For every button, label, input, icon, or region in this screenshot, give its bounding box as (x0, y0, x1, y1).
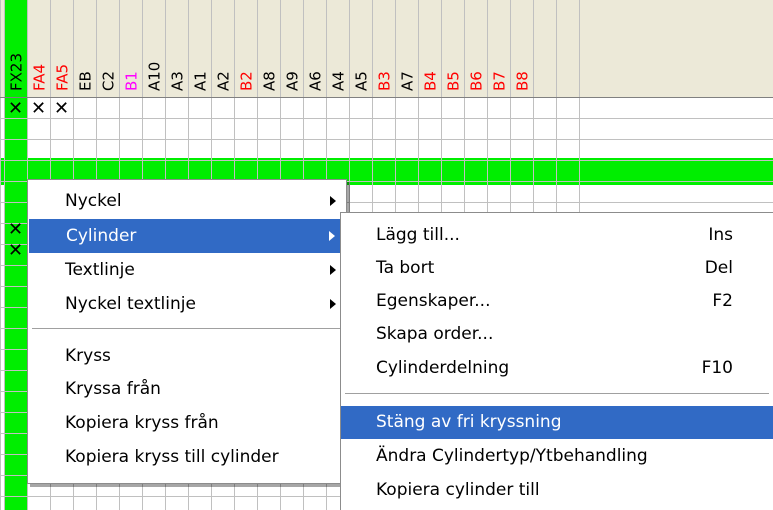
cylinder-submenu: Lägg till... Ins Ta bort Del Egenskaper... F2… (340, 212, 773, 510)
context-menu-item-kopiera-kryss-till-cylinder[interactable]: Kopiera kryss till cylinder (28, 440, 346, 474)
submenu-arrow-icon (330, 299, 336, 309)
column-header-b3[interactable]: B3 (376, 71, 394, 91)
menu-item-label: Ändra Cylindertyp/Ytbehandling (376, 446, 648, 466)
column-header-b8[interactable]: B8 (514, 71, 532, 91)
cross-mark[interactable]: ✕ (8, 98, 23, 119)
menu-item-label: Egenskaper... (376, 291, 491, 311)
submenu-item-kopiera-cylinder-till[interactable]: Kopiera cylinder till (341, 474, 773, 507)
column-header-b2[interactable]: B2 (238, 71, 256, 91)
shortcut-label: Ins (708, 225, 733, 245)
column-header-a6[interactable]: A6 (307, 71, 325, 91)
context-menu-item-textlinje[interactable]: Textlinje (28, 253, 346, 287)
column-header-a3[interactable]: A3 (169, 71, 187, 91)
column-header-a1[interactable]: A1 (192, 71, 210, 91)
menu-item-label: Stäng av fri kryssning (376, 412, 562, 432)
submenu-item-ta-bort[interactable]: Ta bort Del (341, 252, 773, 285)
column-header-b4[interactable]: B4 (422, 71, 440, 91)
context-menu-item-kryss[interactable]: Kryss (28, 339, 346, 373)
submenu-item-skapa-order[interactable]: Skapa order... (341, 318, 773, 351)
column-header-b1[interactable]: B1 (123, 71, 141, 91)
context-menu-item-nyckel[interactable]: Nyckel (28, 184, 346, 218)
column-header-a10[interactable]: A10 (146, 62, 164, 91)
context-menu-item-nyckel-textlinje[interactable]: Nyckel textlinje (28, 287, 346, 321)
menu-item-label: Nyckel textlinje (65, 294, 196, 314)
submenu-item-ändra-cylindertyp-ytbehandling[interactable]: Ändra Cylindertyp/Ytbehandling (341, 440, 773, 473)
column-header-fa4[interactable]: FA4 (31, 64, 49, 91)
column-header-fa5[interactable]: FA5 (54, 64, 72, 91)
column-header-a9[interactable]: A9 (284, 71, 302, 91)
submenu-item-lägg-till[interactable]: Lägg till... Ins (341, 219, 773, 252)
menu-item-label: Nyckel (65, 191, 122, 211)
submenu-item-stäng-av-fri-kryssning[interactable]: Stäng av fri kryssning (341, 406, 773, 439)
shortcut-label: F10 (701, 358, 733, 378)
submenu-item-cylinderdelning[interactable]: Cylinderdelning F10 (341, 352, 773, 385)
menu-item-label: Kopiera kryss från (65, 413, 219, 433)
submenu-arrow-icon (329, 231, 335, 241)
submenu-arrow-icon (330, 265, 336, 275)
column-header-a5[interactable]: A5 (353, 71, 371, 91)
cross-mark[interactable]: ✕ (31, 98, 46, 119)
column-header-fx23[interactable]: FX23 (8, 53, 26, 91)
menu-separator (345, 393, 769, 395)
context-menu-item-kryssa-från[interactable]: Kryssa från (28, 372, 346, 406)
context-menu-item-cylinder[interactable]: Cylinder (29, 219, 345, 253)
column-header-b6[interactable]: B6 (468, 71, 486, 91)
menu-item-label: Ta bort (376, 258, 435, 278)
column-header-a2[interactable]: A2 (215, 71, 233, 91)
menu-separator (32, 328, 342, 330)
column-header-a4[interactable]: A4 (330, 71, 348, 91)
column-header-b7[interactable]: B7 (491, 71, 509, 91)
cross-mark[interactable]: ✕ (8, 240, 23, 261)
column-header-c2[interactable]: C2 (100, 71, 118, 91)
menu-item-label: Lägg till... (376, 225, 460, 245)
menu-item-label: Kopiera cylinder till (376, 480, 540, 500)
submenu-arrow-icon (330, 196, 336, 206)
menu-item-label: Cylinder (66, 226, 137, 246)
submenu-item-egenskaper[interactable]: Egenskaper... F2 (341, 285, 773, 318)
menu-item-label: Skapa order... (376, 324, 494, 344)
menu-item-label: Cylinderdelning (376, 358, 510, 378)
shortcut-label: Del (704, 258, 733, 278)
column-header-a7[interactable]: A7 (399, 71, 417, 91)
menu-item-label: Kryss (65, 346, 111, 366)
column-header-a8[interactable]: A8 (261, 71, 279, 91)
menu-item-label: Textlinje (65, 260, 135, 280)
cross-mark[interactable]: ✕ (8, 219, 23, 240)
menu-item-label: Kopiera kryss till cylinder (65, 447, 279, 467)
column-header-eb[interactable]: EB (77, 71, 95, 91)
cross-mark[interactable]: ✕ (54, 98, 69, 119)
menu-item-label: Kryssa från (65, 379, 161, 399)
context-menu: Nyckel Cylinder Textlinje Nyckel textlinje K… (27, 179, 347, 484)
column-header-b5[interactable]: B5 (445, 71, 463, 91)
context-menu-item-kopiera-kryss-från[interactable]: Kopiera kryss från (28, 406, 346, 440)
shortcut-label: F2 (712, 291, 733, 311)
